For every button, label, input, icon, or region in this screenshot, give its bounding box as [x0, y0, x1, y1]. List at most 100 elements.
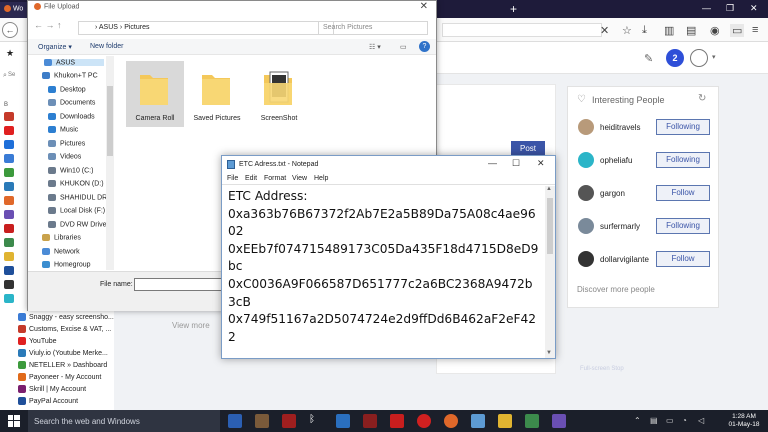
- person-name[interactable]: surfermarly: [600, 222, 640, 231]
- facebook-icon[interactable]: [4, 140, 14, 149]
- minimize-icon[interactable]: —: [702, 3, 711, 13]
- nav-item[interactable]: Desktop: [48, 86, 86, 93]
- taskbar-clock[interactable]: 1:28 AM 01-May-18: [722, 413, 766, 429]
- menu-edit[interactable]: Edit: [245, 175, 257, 182]
- person-name[interactable]: dollarvigilante: [600, 255, 649, 264]
- address-bar[interactable]: › ASUS › Pictures: [78, 21, 334, 35]
- bookmark-item[interactable]: PayPal Account: [18, 397, 78, 405]
- bookmark-item[interactable]: YouTube: [18, 337, 57, 345]
- download-icon[interactable]: ⤓: [642, 24, 647, 37]
- browser-tab[interactable]: Wo: [0, 2, 30, 18]
- avatar[interactable]: [690, 49, 708, 67]
- app-icon[interactable]: [363, 414, 377, 428]
- close-url-icon[interactable]: ✕: [600, 24, 609, 37]
- nav-item[interactable]: Homegroup: [42, 261, 91, 268]
- person-name[interactable]: heiditravels: [600, 123, 640, 132]
- close-icon[interactable]: ✕: [420, 1, 428, 12]
- network-icon[interactable]: ▤: [650, 416, 658, 425]
- app-icon[interactable]: [282, 414, 296, 428]
- avatar[interactable]: [578, 119, 594, 135]
- person-name[interactable]: gargon: [600, 189, 625, 198]
- minimize-icon[interactable]: —: [488, 158, 497, 168]
- scroll-down-icon[interactable]: ▼: [546, 350, 552, 356]
- nav-item[interactable]: Videos: [48, 153, 81, 160]
- pdf-icon[interactable]: [390, 414, 404, 428]
- bookmark-icon[interactable]: [4, 112, 14, 121]
- follow-button[interactable]: Following: [656, 218, 710, 234]
- app-icon[interactable]: [525, 414, 539, 428]
- notepad-scrollbar[interactable]: ▲ ▼: [545, 186, 555, 358]
- avatar[interactable]: [578, 185, 594, 201]
- taskbar-search-input[interactable]: Search the web and Windows: [28, 410, 220, 432]
- new-tab-button[interactable]: +: [510, 2, 517, 16]
- bookmark-icon[interactable]: [4, 182, 14, 191]
- back-icon[interactable]: ←: [2, 22, 18, 38]
- bookmark-icon[interactable]: [4, 154, 14, 163]
- account-icon[interactable]: ◉: [710, 24, 720, 37]
- nav-item[interactable]: Libraries: [42, 234, 81, 241]
- nav-item[interactable]: Downloads: [48, 113, 95, 120]
- preview-pane-icon[interactable]: ▭: [400, 43, 407, 51]
- bookmark-item[interactable]: Snaggy - easy screensho...: [18, 313, 114, 321]
- follow-button[interactable]: Follow: [656, 185, 710, 201]
- discover-link[interactable]: Discover more people: [577, 285, 655, 294]
- organize-button[interactable]: Organize ▾: [38, 43, 72, 51]
- wifi-icon[interactable]: ◔: [682, 416, 687, 425]
- bookmark-icon[interactable]: [4, 280, 14, 289]
- chevron-down-icon[interactable]: ▾: [712, 53, 716, 61]
- bookmark-icon[interactable]: [4, 252, 14, 261]
- bookmarks-star-icon[interactable]: ★: [6, 48, 14, 59]
- bookmark-icon[interactable]: [4, 294, 14, 303]
- view-more-link[interactable]: View more: [172, 321, 210, 330]
- opera-icon[interactable]: [417, 414, 431, 428]
- nav-item[interactable]: ASUS: [44, 59, 104, 67]
- compose-icon[interactable]: ✎: [644, 52, 653, 65]
- star-icon[interactable]: ☆: [622, 24, 632, 37]
- search-icon[interactable]: ⌕: [3, 72, 7, 80]
- bookmark-item[interactable]: Viuly.io (Youtube Merke...: [18, 349, 108, 357]
- search-input[interactable]: Search Pictures: [318, 21, 428, 35]
- menu-view[interactable]: View: [292, 175, 307, 182]
- nav-item[interactable]: Local Disk (F:): [48, 207, 105, 214]
- nav-item[interactable]: Khukon+T PC: [42, 72, 98, 79]
- volume-icon[interactable]: ◁: [698, 416, 704, 425]
- bookmark-icon[interactable]: [4, 238, 14, 247]
- bluetooth-icon[interactable]: ᛒ: [309, 414, 323, 428]
- nav-item[interactable]: Win10 (C:): [48, 167, 93, 174]
- firefox-icon[interactable]: [444, 414, 458, 428]
- notification-badge[interactable]: 2: [666, 49, 684, 67]
- menu-help[interactable]: Help: [314, 175, 328, 182]
- menu-icon[interactable]: ≡: [752, 24, 758, 36]
- app-icon[interactable]: [255, 414, 269, 428]
- windows-start-icon[interactable]: [8, 415, 20, 427]
- restore-icon[interactable]: ❐: [726, 3, 734, 14]
- nav-item[interactable]: Documents: [48, 99, 95, 106]
- file-explorer-icon[interactable]: [498, 414, 512, 428]
- help-icon[interactable]: ?: [419, 41, 430, 52]
- reader-icon[interactable]: ▭: [730, 24, 745, 37]
- notepad-text-area[interactable]: ETC Address: 0xa363b76B67372f2Ab7E2a5B89…: [222, 186, 544, 358]
- battery-icon[interactable]: ▭: [666, 416, 674, 425]
- person-name[interactable]: opheliafu: [600, 156, 632, 165]
- menu-file[interactable]: File: [227, 175, 238, 182]
- follow-button[interactable]: Following: [656, 152, 710, 168]
- maximize-icon[interactable]: ☐: [512, 158, 520, 169]
- nav-item[interactable]: DVD RW Drive: [48, 221, 107, 228]
- url-bar[interactable]: [442, 23, 602, 37]
- bookmark-icon[interactable]: [4, 266, 14, 275]
- avatar[interactable]: [578, 218, 594, 234]
- nav-item[interactable]: Pictures: [48, 140, 85, 147]
- bookmark-item[interactable]: Customs, Excise & VAT, ...: [18, 325, 111, 333]
- new-folder-button[interactable]: New folder: [90, 43, 123, 50]
- store-icon[interactable]: [336, 414, 350, 428]
- bookmark-item[interactable]: Payoneer - My Account: [18, 373, 101, 381]
- app-icon[interactable]: [552, 414, 566, 428]
- bookmark-icon[interactable]: [4, 196, 14, 205]
- menu-format[interactable]: Format: [264, 175, 286, 182]
- library-icon[interactable]: ▥: [664, 24, 674, 37]
- bookmark-icon[interactable]: [4, 126, 14, 135]
- avatar[interactable]: [578, 251, 594, 267]
- avatar[interactable]: [578, 152, 594, 168]
- follow-button[interactable]: Following: [656, 119, 710, 135]
- bookmark-item[interactable]: Skrill | My Account: [18, 385, 86, 393]
